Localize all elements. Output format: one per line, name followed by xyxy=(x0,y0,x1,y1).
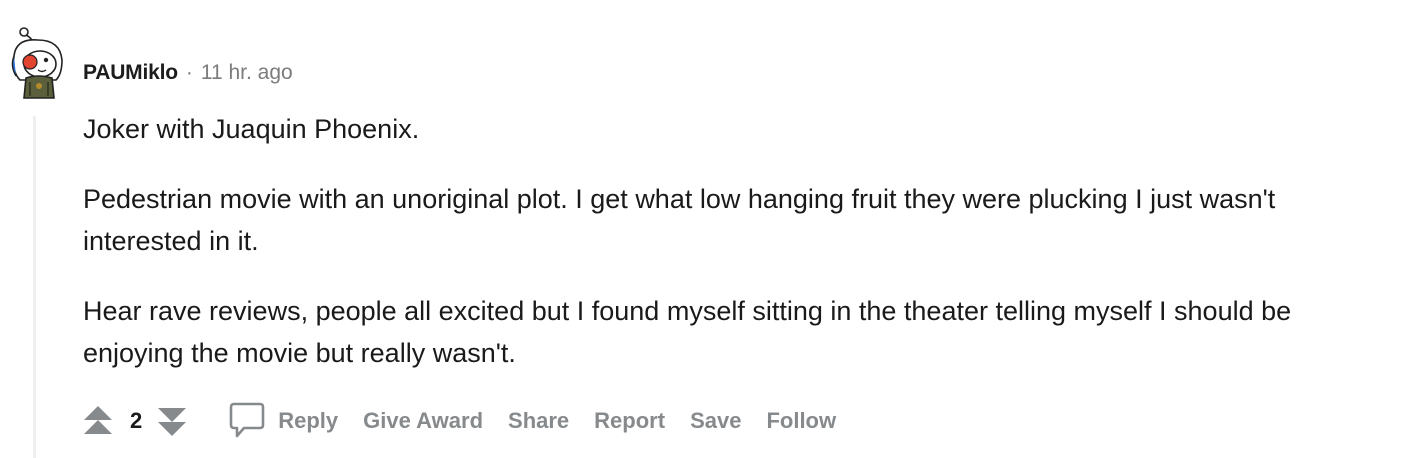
comment-action-bar: 2 Reply Give Award Share Report Save Fol… xyxy=(82,398,861,444)
share-button[interactable]: Share xyxy=(508,408,569,434)
snoo-avatar-icon xyxy=(11,27,63,99)
comment-body: Joker with Juaquin Phoenix. Pedestrian m… xyxy=(83,108,1393,402)
meta-separator: · xyxy=(185,61,193,84)
comment-timestamp[interactable]: 11 hr. ago xyxy=(201,61,293,85)
reply-label[interactable]: Reply xyxy=(278,408,338,434)
thread-line[interactable] xyxy=(33,116,36,458)
author-username[interactable]: PAUMiklo xyxy=(83,61,178,85)
comment-bubble-icon xyxy=(229,402,265,438)
give-award-button[interactable]: Give Award xyxy=(363,408,483,434)
save-button[interactable]: Save xyxy=(690,408,741,434)
upvote-arrow-icon[interactable] xyxy=(82,404,114,438)
follow-button[interactable]: Follow xyxy=(766,408,836,434)
comment-paragraph: Hear rave reviews, people all excited bu… xyxy=(83,296,1292,368)
user-avatar[interactable] xyxy=(8,26,66,100)
comment-paragraph: Pedestrian movie with an unoriginal plot… xyxy=(83,184,1276,256)
comment-header: PAUMiklo · 11 hr. ago xyxy=(83,58,293,88)
comment-paragraph: Joker with Juaquin Phoenix. xyxy=(83,114,420,144)
downvote-arrow-icon[interactable] xyxy=(156,404,188,438)
report-button[interactable]: Report xyxy=(594,408,665,434)
vote-score: 2 xyxy=(130,408,143,433)
reply-button[interactable]: Reply xyxy=(228,401,363,441)
